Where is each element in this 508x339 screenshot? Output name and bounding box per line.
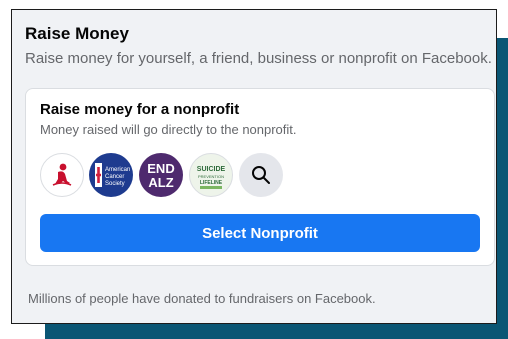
raise-money-panel: Raise Money Raise money for yourself, a …	[11, 9, 497, 324]
acs-logo-text-line-2: Cancer	[105, 174, 124, 180]
acs-logo-text-line-1: American	[105, 167, 130, 173]
american-cancer-society-logo-icon[interactable]: American Cancer Society	[89, 153, 133, 197]
suicide-prevention-lifeline-logo-icon[interactable]: SUICIDE PREVENTION LIFELINE	[189, 153, 233, 197]
lifeline-logo-text-line-1: SUICIDE	[197, 166, 226, 173]
lifeline-logo-text-line-3: LIFELINE	[200, 180, 223, 186]
end-alz-logo-text-line-1: END	[147, 161, 174, 176]
footer-note: Millions of people have donated to fundr…	[28, 291, 376, 306]
acs-logo-text-line-3: Society	[105, 181, 125, 187]
end-alz-logo-text-line-2: ALZ	[148, 175, 173, 190]
panel-subtitle: Raise money for yourself, a friend, busi…	[25, 50, 492, 67]
nonprofit-card-subtitle: Money raised will go directly to the non…	[40, 122, 297, 137]
end-alz-logo-icon[interactable]: END ALZ	[139, 153, 183, 197]
nonprofit-card-title: Raise money for a nonprofit	[40, 101, 240, 118]
search-icon[interactable]	[239, 153, 283, 197]
select-nonprofit-button[interactable]: Select Nonprofit	[40, 214, 480, 252]
nonprofit-card: Raise money for a nonprofit Money raised…	[25, 88, 495, 266]
panel-title: Raise Money	[25, 24, 129, 43]
st-jude-logo-icon[interactable]	[40, 153, 84, 197]
lifeline-logo-text-line-2: PREVENTION	[198, 174, 224, 179]
